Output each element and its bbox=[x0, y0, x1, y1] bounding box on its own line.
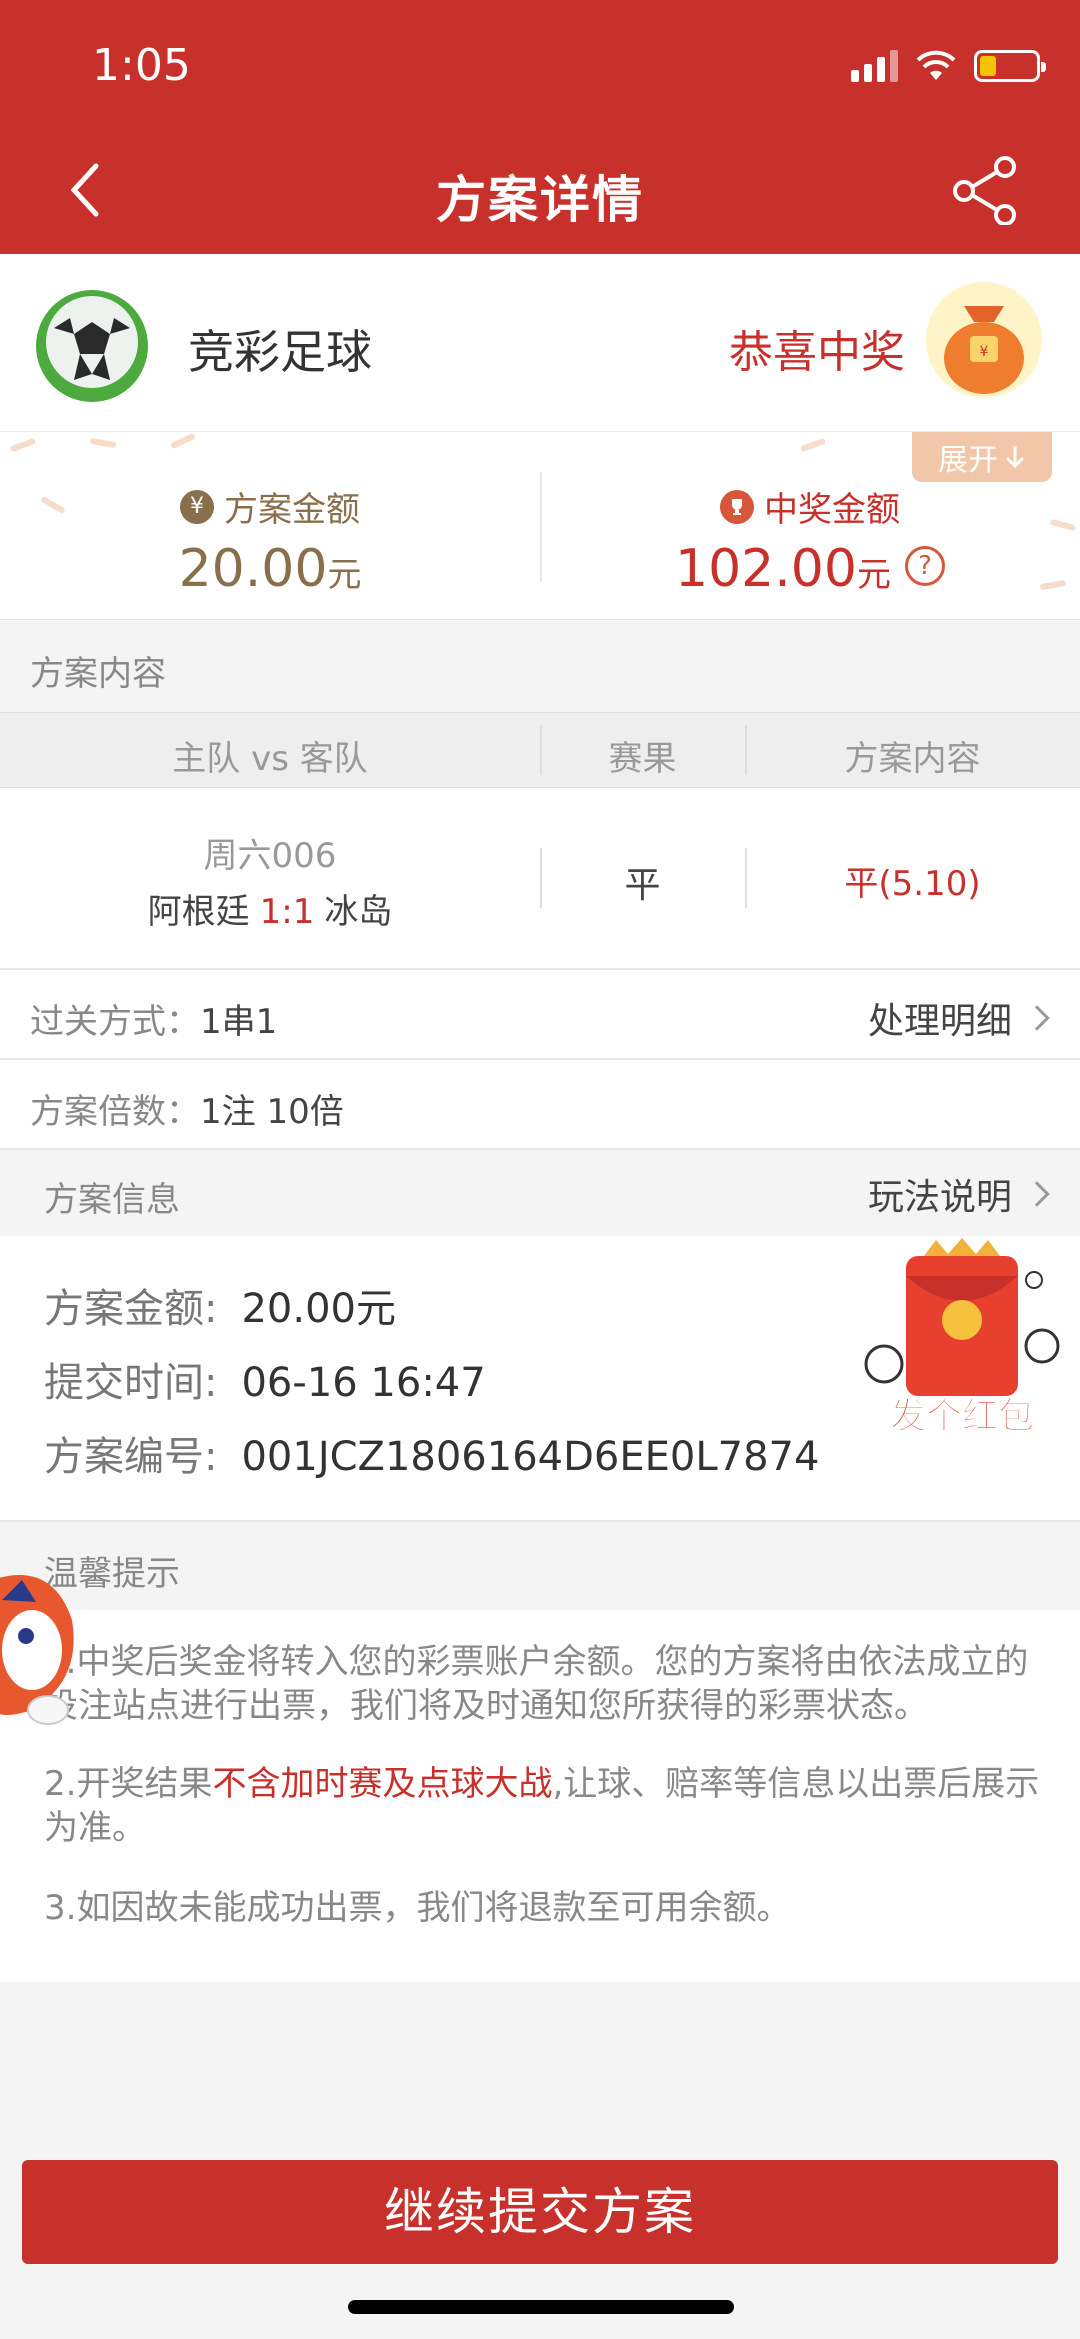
share-icon[interactable] bbox=[950, 155, 1020, 225]
match-number: 周六006 bbox=[203, 836, 337, 876]
table-header: 主队 vs 客队 赛果 方案内容 bbox=[0, 712, 1080, 788]
plan-info-time: 提交时间: 06-16 16:47 bbox=[44, 1350, 486, 1408]
tip-2-text: 2.开奖结果 bbox=[44, 1764, 213, 1804]
plan-amount-value: 20.00 bbox=[178, 539, 328, 599]
multiple-value: 1注 10倍 bbox=[200, 1092, 344, 1132]
plan-selection: 平(5.10) bbox=[844, 864, 981, 904]
process-detail-label: 处理明细 bbox=[867, 1001, 1012, 1042]
signal-icon bbox=[851, 50, 898, 82]
content-section-header: 方案内容 bbox=[0, 620, 1080, 712]
match-result: 平 bbox=[624, 865, 661, 906]
arrow-down-icon bbox=[1005, 446, 1025, 469]
tips-body: 1.中奖后奖金将转入您的彩票账户余额。您的方案将由依法成立的投注站点进行出票，我… bbox=[0, 1610, 1080, 1982]
battery-icon bbox=[974, 50, 1046, 82]
tip-2-highlight: 不含加时赛及点球大战 bbox=[212, 1764, 553, 1804]
yen-icon: ¥ bbox=[180, 489, 214, 524]
lottery-name: 竞彩足球 bbox=[188, 325, 372, 379]
red-packet-label: 发个红包 bbox=[890, 1396, 1034, 1437]
expand-label: 展开 bbox=[938, 443, 998, 478]
lottery-header: 竞彩足球 恭喜中奖 ¥ bbox=[0, 254, 1080, 432]
plan-info: 方案金额: 20.00元 提交时间: 06-16 16:47 方案编号: 001JCZ… bbox=[0, 1236, 1080, 1520]
plan-info-amount-label: 方案金额: bbox=[44, 1286, 218, 1332]
process-detail-link[interactable]: 处理明细 bbox=[867, 992, 1050, 1044]
plan-info-time-value: 06-16 16:47 bbox=[241, 1360, 486, 1406]
content-section-title: 方案内容 bbox=[30, 654, 166, 694]
prize-amount-label: 中奖金额 bbox=[764, 490, 900, 530]
tip-1: 1.中奖后奖金将转入您的彩票账户余额。您的方案将由依法成立的投注站点进行出票，我… bbox=[44, 1642, 1029, 1726]
win-label: 恭喜中奖 bbox=[729, 327, 905, 378]
away-team: 冰岛 bbox=[324, 892, 393, 932]
plan-info-id: 方案编号: 001JCZ1806164D6EE0L7874 bbox=[44, 1424, 819, 1482]
submit-plan-button[interactable]: 继续提交方案 bbox=[22, 2160, 1058, 2264]
trophy-icon bbox=[720, 489, 754, 524]
status-icons bbox=[851, 48, 1046, 84]
home-team: 阿根廷 bbox=[147, 892, 250, 932]
home-indicator bbox=[348, 2300, 734, 2314]
rules-label: 玩法说明 bbox=[867, 1177, 1012, 1218]
wifi-icon bbox=[916, 50, 956, 80]
plan-info-id-label: 方案编号: bbox=[44, 1434, 218, 1480]
table-row: 周六006 阿根廷 1:1 冰岛 平 平(5.10) bbox=[0, 788, 1080, 970]
tips-header: 温馨提示 bbox=[0, 1520, 1080, 1610]
pass-mode-label: 过关方式： bbox=[30, 1002, 200, 1042]
money-bag-icon: ¥ bbox=[926, 282, 1042, 398]
plan-info-time-label: 提交时间: bbox=[44, 1360, 218, 1406]
plan-info-id-value: 001JCZ1806164D6EE0L7874 bbox=[241, 1434, 820, 1480]
prize-amount-unit: 元 bbox=[856, 555, 891, 595]
multiple-label: 方案倍数： bbox=[30, 1092, 200, 1132]
page-title: 方案详情 bbox=[436, 171, 644, 229]
tip-3: 3.如因故未能成功出票，我们将退款至可用余额。 bbox=[44, 1888, 791, 1928]
prize-amount: 中奖金额 102.00元? bbox=[540, 482, 1080, 599]
pass-mode-value: 1串1 bbox=[200, 1002, 278, 1042]
amount-summary: 展开 ¥ 方案金额 20.00元 中奖金额 102.00元? bbox=[0, 432, 1080, 620]
header-teams: 主队 vs 客队 bbox=[172, 739, 368, 779]
plan-amount-unit: 元 bbox=[327, 555, 362, 595]
plan-info-amount-value: 20.00元 bbox=[241, 1286, 396, 1332]
header-plan: 方案内容 bbox=[844, 739, 981, 779]
plan-info-amount: 方案金额: 20.00元 bbox=[44, 1276, 396, 1334]
pass-mode-row: 过关方式：1串1 处理明细 bbox=[0, 970, 1080, 1060]
multiple-row: 方案倍数：1注 10倍 bbox=[0, 1060, 1080, 1150]
expand-button[interactable]: 展开 bbox=[912, 432, 1052, 482]
chevron-right-icon bbox=[1024, 1181, 1050, 1207]
svg-text:¥: ¥ bbox=[980, 344, 989, 360]
prize-amount-value: 102.00 bbox=[675, 539, 857, 599]
header-result: 赛果 bbox=[608, 739, 677, 779]
info-section-title: 方案信息 bbox=[44, 1180, 180, 1220]
help-icon[interactable]: ? bbox=[904, 546, 945, 586]
football-icon bbox=[36, 290, 148, 402]
header: 1:05 方案详情 bbox=[0, 0, 1080, 254]
plan-amount-label: 方案金额 bbox=[224, 490, 360, 530]
red-packet-icon[interactable]: 发个红包 bbox=[862, 1236, 1062, 1446]
match-teams: 阿根廷 1:1 冰岛 bbox=[0, 884, 540, 933]
chevron-right-icon bbox=[1024, 1005, 1050, 1031]
rules-link[interactable]: 玩法说明 bbox=[867, 1168, 1050, 1220]
tip-2: 2.开奖结果不含加时赛及点球大战,让球、赔率等信息以出票后展示为准。 bbox=[44, 1762, 1044, 1850]
match-score: 1:1 bbox=[259, 892, 315, 932]
plan-amount: ¥ 方案金额 20.00元 bbox=[0, 482, 540, 599]
status-time: 1:05 bbox=[92, 40, 191, 91]
info-section-header: 方案信息 玩法说明 bbox=[0, 1150, 1080, 1236]
mascot-icon[interactable] bbox=[0, 1540, 92, 1750]
